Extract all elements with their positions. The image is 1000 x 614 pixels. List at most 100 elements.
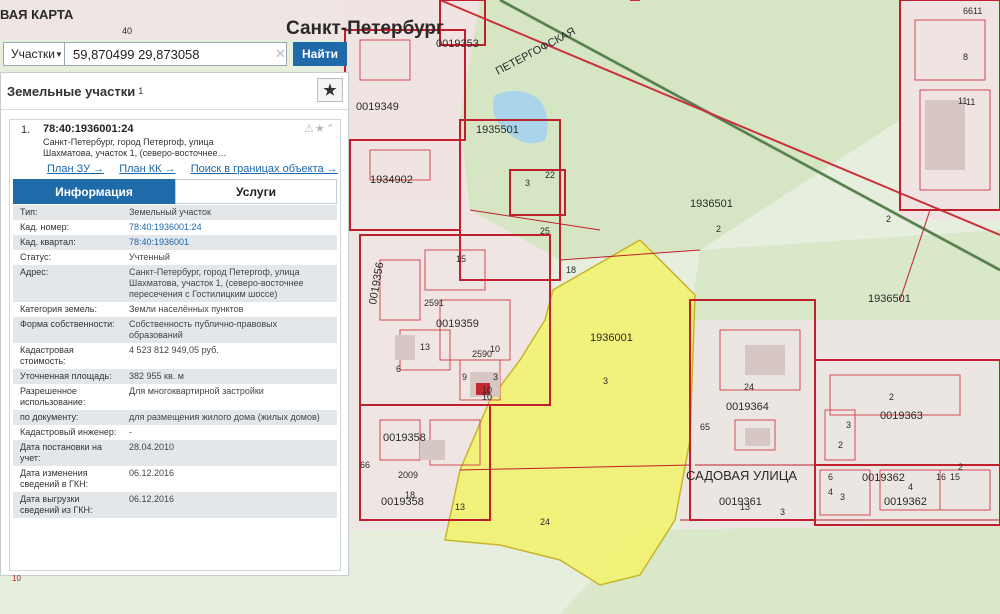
attribute-row: Адрес: Санкт-Петербург, город Петергоф, у… (13, 265, 337, 302)
find-button[interactable]: Найти (293, 42, 347, 66)
attribute-value: 06.12.2016 (122, 492, 337, 518)
attribute-key: Кад. номер: (20, 222, 70, 232)
search-type-select[interactable]: Участки ▼ (3, 42, 65, 66)
attribute-key: Разрешенное использование: (20, 386, 86, 407)
quarter-label: 0019363 (880, 410, 923, 422)
result-index: 1. (21, 124, 31, 136)
quarter-label: 0019362 (884, 496, 927, 508)
parcel-number-label: 66 (360, 460, 370, 470)
attribute-value: Земли населённых пунктов (129, 304, 244, 314)
result-count: 1 (138, 86, 144, 96)
attribute-value[interactable]: 78:40:1936001:24 (122, 220, 337, 235)
parcel-number-label: 6611 (963, 6, 982, 16)
parcel-number-label: 3 (603, 376, 608, 386)
quarter-label: 0019353 (436, 38, 479, 50)
attribute-key: Дата выгрузки сведений из ГКН: (13, 492, 122, 518)
clear-x-icon[interactable]: ✕ (275, 46, 286, 62)
quarter-label: 1936001 (590, 332, 633, 344)
attribute-value: 28.04.2010 (122, 440, 337, 466)
attribute-row: Разрешенное использование: Для многокварт… (13, 384, 337, 410)
quarter-label: 0019358 (381, 496, 424, 508)
parcel-number-label: 3 (780, 507, 785, 517)
attribute-value: для размещения жилого дома (жилых домов) (122, 410, 337, 425)
attribute-key: Статус: (20, 252, 51, 262)
attribute-value: Земельный участок (122, 205, 337, 220)
parcel-number-label: 3 (840, 492, 845, 502)
attribute-key: Дата постановки на учет: (13, 440, 122, 466)
quarter-label: 0019362 (862, 472, 905, 484)
attribute-row: Статус: Учтенный (13, 250, 337, 265)
parcel-number-label: 15 (456, 254, 466, 264)
parcel-number-label: 8 (963, 52, 968, 62)
plan-kk-link[interactable]: План КК → (119, 163, 175, 175)
results-panel: Земельные участки 1 ★ 1. 78:40:1936001:24… (0, 72, 349, 576)
parcel-number-label: 25 (540, 226, 550, 236)
map-corner-label: ВАЯ КАРТА (0, 7, 74, 22)
search-bar: Участки ▼ ✕ Найти (3, 42, 347, 68)
attribute-row: Уточненная площадь: 382 955 кв. м (13, 369, 337, 384)
parcel-number-label: 15 (950, 472, 960, 482)
attribute-key: Дата изменения сведений в ГКН: (20, 468, 89, 489)
parcel-number-label: 4 (908, 482, 913, 492)
parcel-number-label: 2 (838, 440, 843, 450)
search-in-bounds-link[interactable]: Поиск в границах объекта → (191, 163, 338, 175)
attribute-value: 06.12.2016 (129, 468, 175, 478)
result-links: План ЗУ → План КК → Поиск в границах объ… (47, 163, 350, 175)
quarter-label: 1934902 (370, 174, 413, 186)
attribute-key: Категория земель: (20, 304, 97, 314)
result-action-icons[interactable]: ⚠★⌃ (304, 122, 336, 135)
parcel-number-label: 40 (122, 26, 132, 36)
attribute-value: - (129, 427, 132, 437)
quarter-label: 0019359 (436, 318, 479, 330)
parcel-number-label: 24 (744, 382, 754, 392)
parcel-number-label: 2009 (398, 470, 418, 480)
attribute-value: Санкт-Петербург, город Петергоф, улица Ш… (122, 265, 337, 302)
parcel-number-label: 2591 (424, 298, 444, 308)
parcel-number-label: 18 (405, 490, 415, 500)
attribute-key: Тип: (13, 205, 122, 220)
parcel-number-label: 2 (886, 214, 891, 224)
tab-services[interactable]: Услуги (175, 179, 337, 204)
attribute-value: Для многоквартирной застройки (129, 386, 264, 396)
attribute-value: Учтенный (129, 252, 170, 262)
parcel-number-label: 10 (482, 392, 492, 402)
attribute-key: Кадастровая стоимость: (20, 345, 74, 366)
panel-header: Земельные участки 1 ★ (1, 73, 348, 110)
attribute-key: Форма собственности: (13, 317, 122, 343)
quarter-label: 1936501 (690, 198, 733, 210)
attribute-value: 382 955 кв. м (122, 369, 337, 384)
attribute-row: Дата выгрузки сведений из ГКН: 06.12.2016 (13, 492, 337, 518)
parcel-number-label: 2 (889, 392, 894, 402)
parcel-number-label: 4 (828, 487, 833, 497)
map-bottom-label: 10 (12, 574, 21, 583)
result-tabs: Информация Услуги (13, 179, 337, 204)
attribute-value[interactable]: 78:40:1936001 (122, 235, 337, 250)
parcel-number-label: 6 (396, 364, 401, 374)
plan-zu-link[interactable]: План ЗУ → (47, 163, 104, 175)
favorites-button[interactable]: ★ (317, 78, 343, 102)
parcel-number-label: 3 (846, 420, 851, 430)
chevron-down-icon: ▼ (55, 49, 63, 59)
attribute-key: Кадастровый инженер: (20, 427, 117, 437)
tab-info[interactable]: Информация (13, 179, 175, 204)
attribute-key: Адрес: (13, 265, 122, 302)
attribute-key: Кад. квартал: (13, 235, 122, 250)
result-cad-number[interactable]: 78:40:1936001:24 (43, 123, 134, 135)
attribute-row: Дата постановки на учет: 28.04.2010 (13, 440, 337, 466)
quarter-label: 0019364 (726, 401, 769, 413)
parcel-number-label: 3 (525, 178, 530, 188)
road-label: САДОВАЯ УЛИЦА (686, 468, 797, 483)
attribute-row: Дата изменения сведений в ГКН: 06.12.2016 (13, 466, 337, 492)
search-input[interactable] (65, 42, 287, 66)
quarter-label: 0019349 (356, 101, 399, 113)
attribute-row: Кадастровая стоимость: 4 523 812 949,05 р… (13, 343, 337, 369)
result-address: Санкт-Петербург, город Петергоф, улица Ш… (43, 137, 227, 158)
attribute-row: Тип: Земельный участок (13, 205, 337, 220)
attribute-value: 4 523 812 949,05 руб. (129, 345, 219, 355)
quarter-label: 0019358 (383, 432, 426, 444)
attribute-row: Форма собственности: Собственность публич… (13, 317, 337, 343)
parcel-number-label: 11 (966, 97, 975, 107)
parcel-number-label: 13 (740, 502, 750, 512)
attribute-row: по документу: для размещения жилого дома … (13, 410, 337, 425)
parcel-number-label: 18 (566, 265, 576, 275)
